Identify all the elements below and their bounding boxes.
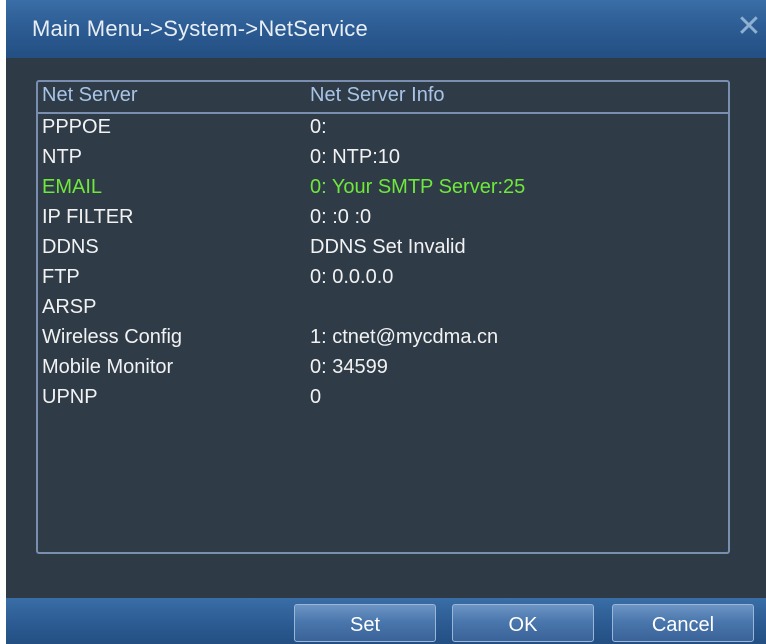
header-net-server-info: Net Server Info bbox=[310, 84, 445, 106]
header-net-server: Net Server bbox=[42, 84, 138, 106]
server-info: 0: Your SMTP Server:25 bbox=[310, 176, 526, 198]
server-name: DDNS bbox=[42, 236, 99, 258]
list-item-ntp[interactable]: NTP 0: NTP:10 bbox=[38, 146, 728, 174]
window-title: Main Menu->System->NetService bbox=[32, 16, 368, 41]
server-info: 0: NTP:10 bbox=[310, 146, 401, 168]
server-name: Wireless Config bbox=[42, 326, 183, 348]
server-name: IP FILTER bbox=[42, 206, 134, 228]
list-item-mobile-monitor[interactable]: Mobile Monitor 0: 34599 bbox=[38, 356, 728, 384]
server-info: 0: :0 :0 bbox=[310, 206, 372, 228]
netservice-dialog: Main Menu->System->NetService ✕ Net Serv… bbox=[6, 0, 766, 644]
ok-button[interactable]: OK bbox=[452, 604, 594, 642]
server-name: Mobile Monitor bbox=[42, 356, 174, 378]
title-bar: Main Menu->System->NetService ✕ bbox=[6, 0, 766, 59]
list-item-arsp[interactable]: ARSP bbox=[38, 296, 728, 324]
list-item-pppoe[interactable]: PPPOE 0: bbox=[38, 116, 728, 144]
content-area: Net Server Net Server Info PPPOE 0: NTP … bbox=[6, 58, 766, 598]
set-button[interactable]: Set bbox=[294, 604, 436, 642]
server-info: 0: 34599 bbox=[310, 356, 388, 378]
server-info: 0 bbox=[310, 386, 322, 408]
server-info: 1: ctnet@mycdma.cn bbox=[310, 326, 499, 348]
list-item-wireless-config[interactable]: Wireless Config 1: ctnet@mycdma.cn bbox=[38, 326, 728, 354]
server-name: NTP bbox=[42, 146, 82, 168]
list-header: Net Server Net Server Info bbox=[38, 82, 728, 114]
server-info: DDNS Set Invalid bbox=[310, 236, 466, 258]
server-name: FTP bbox=[42, 266, 80, 288]
list-item-ip-filter[interactable]: IP FILTER 0: :0 :0 bbox=[38, 206, 728, 234]
net-server-list: Net Server Net Server Info PPPOE 0: NTP … bbox=[36, 80, 730, 554]
server-info: 0: bbox=[310, 116, 327, 138]
close-icon[interactable]: ✕ bbox=[734, 12, 764, 42]
footer-divider bbox=[6, 590, 766, 598]
server-name: UPNP bbox=[42, 386, 98, 408]
server-name: PPPOE bbox=[42, 116, 111, 138]
list-item-ftp[interactable]: FTP 0: 0.0.0.0 bbox=[38, 266, 728, 294]
server-name: ARSP bbox=[42, 296, 97, 318]
button-bar: Set OK Cancel bbox=[6, 598, 766, 644]
server-name: EMAIL bbox=[42, 176, 103, 198]
list-item-ddns[interactable]: DDNS DDNS Set Invalid bbox=[38, 236, 728, 264]
cancel-button[interactable]: Cancel bbox=[612, 604, 754, 642]
server-info: 0: 0.0.0.0 bbox=[310, 266, 394, 288]
list-item-upnp[interactable]: UPNP 0 bbox=[38, 386, 728, 414]
list-item-email[interactable]: EMAIL 0: Your SMTP Server:25 bbox=[38, 176, 728, 204]
